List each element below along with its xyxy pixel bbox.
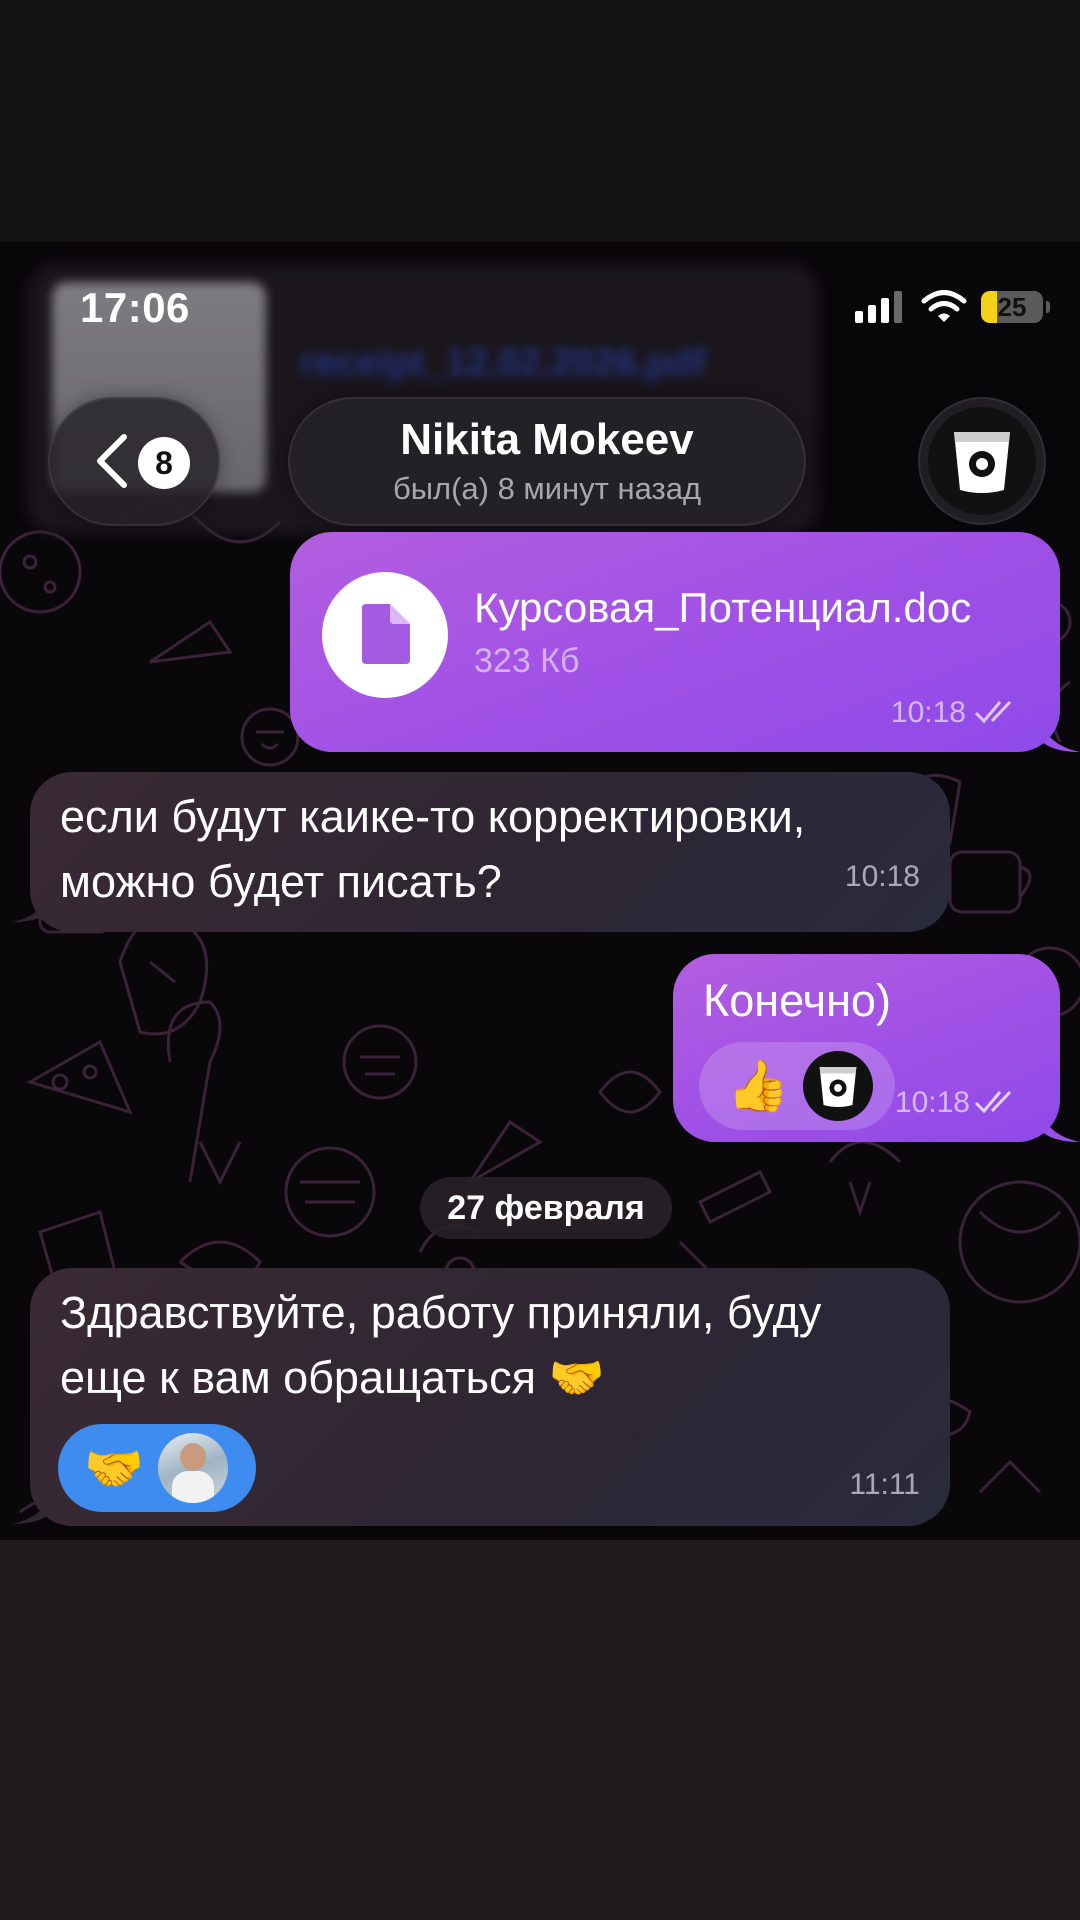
user-photo-avatar: [157, 1433, 228, 1503]
chat-screen: receipt_12.02.2026.pdf 17:06 25 8 Nikita…: [0, 242, 1080, 1540]
handshake-icon: 🤝: [84, 1442, 144, 1496]
message-line: Здравствуйте, работу приняли, буду: [60, 1287, 822, 1338]
message-time: 10:18: [890, 696, 966, 729]
incoming-text-message[interactable]: если будут каике-то корректировки, можно…: [30, 772, 950, 932]
wifi-icon: [921, 290, 967, 322]
file-download-button[interactable]: [322, 572, 448, 698]
thumbs-up-icon: 👍: [727, 1057, 790, 1114]
message-time: 11:11: [849, 1468, 920, 1501]
read-checkmarks-icon: [974, 700, 1012, 724]
avatar-shirt: [171, 1471, 214, 1503]
top-backdrop: [0, 0, 1080, 242]
message-time: 10:18: [844, 860, 920, 893]
reaction-avatar: [803, 1051, 874, 1121]
bucket-logo-icon: [819, 1066, 857, 1107]
bottom-backdrop: [0, 1540, 1080, 1920]
back-button[interactable]: 8: [48, 397, 220, 526]
bucket-logo-icon: [954, 432, 1010, 493]
read-checkmarks-icon: [974, 1090, 1012, 1114]
message-text: Конечно): [703, 975, 891, 1026]
document-icon: [362, 604, 410, 664]
signal-icon: [855, 291, 902, 323]
message-line: если будут каике-то корректировки,: [60, 791, 806, 842]
battery-level: [981, 291, 997, 323]
reaction-chip[interactable]: 👍: [699, 1042, 895, 1130]
message-time: 10:18: [894, 1086, 970, 1119]
battery-icon: 25: [981, 291, 1050, 323]
message-text: Здравствуйте, работу приняли, буду еще к…: [60, 1280, 821, 1410]
reaction-chip[interactable]: 🤝: [58, 1424, 256, 1512]
status-indicators: 25: [855, 286, 1050, 328]
avatar-face: [179, 1443, 206, 1471]
outgoing-file-message[interactable]: Курсовая_Потенциал.doc 323 Кб 10:18: [290, 532, 1060, 752]
outgoing-text-message[interactable]: Конечно) 👍 10:18: [673, 954, 1060, 1142]
unread-count-badge: 8: [138, 437, 190, 489]
battery-percent: 25: [997, 291, 1027, 322]
contact-last-seen: был(а) 8 минут назад: [392, 471, 702, 506]
contact-name: Nikita Mokeev: [400, 415, 694, 464]
battery-indicator: 25: [981, 291, 1043, 323]
chevron-left-icon: [97, 434, 127, 488]
date-separator: 27 февраля: [420, 1177, 672, 1239]
file-size: 323 Кб: [474, 642, 580, 680]
message-text: если будут каике-то корректировки, можно…: [60, 784, 805, 914]
message-line: можно будет писать?: [60, 856, 502, 907]
avatar: [928, 407, 1036, 515]
chat-title[interactable]: Nikita Mokeev был(а) 8 минут назад: [288, 397, 806, 526]
message-line: еще к вам обращаться 🤝: [60, 1352, 605, 1403]
status-time: 17:06: [80, 284, 190, 331]
contact-avatar-button[interactable]: [918, 397, 1046, 525]
incoming-text-message[interactable]: Здравствуйте, работу приняли, буду еще к…: [30, 1268, 950, 1526]
file-name[interactable]: Курсовая_Потенциал.doc: [474, 584, 971, 632]
pinned-preview-text: receipt_12.02.2026.pdf: [300, 342, 706, 384]
battery-tip: [1046, 301, 1050, 313]
